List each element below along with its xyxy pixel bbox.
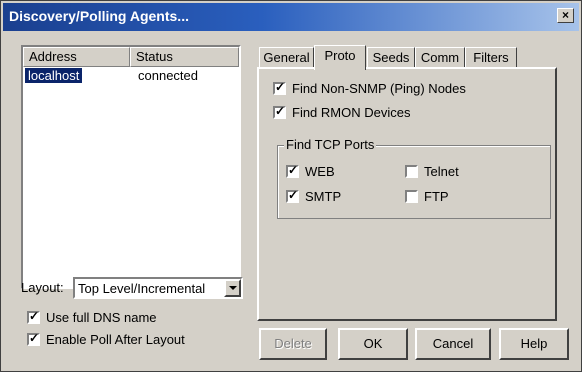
window-title: Discovery/Polling Agents... [9,8,189,24]
checkbox-box[interactable]: ✓ [286,163,299,178]
tab-filters[interactable]: Filters [465,47,517,69]
telnet-checkbox[interactable]: Telnet [405,164,459,179]
ftp-label: FTP [424,189,449,204]
title-bar[interactable]: Discovery/Polling Agents... × [3,3,579,31]
tab-proto[interactable]: Proto [314,45,366,70]
use-full-dns-label: Use full DNS name [46,310,157,325]
check-icon: ✓ [288,188,299,202]
agent-status: connected [138,68,198,83]
checkbox-box[interactable]: ✓ [27,331,40,346]
help-button[interactable]: Help [499,328,569,360]
use-full-dns-checkbox[interactable]: ✓ Use full DNS name [27,309,157,325]
checkbox-box[interactable]: ✓ [27,309,40,324]
find-rmon-checkbox[interactable]: ✓ Find RMON Devices [273,104,411,120]
find-non-snmp-label: Find Non-SNMP (Ping) Nodes [292,81,466,96]
column-header-status[interactable]: Status [130,47,239,67]
chevron-down-icon[interactable] [224,279,241,297]
enable-poll-label: Enable Poll After Layout [46,332,185,347]
agent-address: localhost [25,68,83,83]
checkbox-box[interactable]: ✓ [286,188,299,203]
close-button[interactable]: × [557,8,574,23]
check-icon: ✓ [275,80,286,94]
tab-comm[interactable]: Comm [415,47,465,69]
telnet-label: Telnet [424,164,459,179]
tcp-ports-group-title: Find TCP Ports [284,137,377,152]
delete-button[interactable]: Delete [259,328,327,360]
checkbox-box[interactable] [405,190,418,203]
checkbox-box[interactable]: ✓ [273,104,286,119]
cancel-button[interactable]: Cancel [415,328,491,360]
checkbox-box[interactable]: ✓ [273,80,286,95]
enable-poll-checkbox[interactable]: ✓ Enable Poll After Layout [27,331,185,347]
dialog-window: Discovery/Polling Agents... × Address St… [0,0,582,372]
column-header-address[interactable]: Address [23,47,130,67]
smtp-label: SMTP [305,189,342,204]
check-icon: ✓ [288,163,299,177]
check-icon: ✓ [29,309,40,323]
layout-label: Layout: [21,280,64,295]
web-label: WEB [305,164,335,179]
checkbox-box[interactable] [405,165,418,178]
agents-list[interactable]: Address Status localhost connected [21,45,241,289]
tab-general[interactable]: General [259,47,314,69]
find-rmon-label: Find RMON Devices [292,105,411,120]
tcp-ports-group: Find TCP Ports [277,137,551,219]
ftp-checkbox[interactable]: FTP [405,189,449,204]
ok-button[interactable]: OK [338,328,408,360]
web-checkbox[interactable]: ✓ WEB [286,163,335,179]
find-non-snmp-checkbox[interactable]: ✓ Find Non-SNMP (Ping) Nodes [273,80,466,96]
layout-selected-value: Top Level/Incremental [78,281,206,296]
check-icon: ✓ [275,104,286,118]
check-icon: ✓ [29,331,40,345]
smtp-checkbox[interactable]: ✓ SMTP [286,188,342,204]
tab-seeds[interactable]: Seeds [367,47,415,69]
list-item[interactable]: localhost connected [23,67,239,84]
layout-select[interactable]: Top Level/Incremental [73,277,243,299]
